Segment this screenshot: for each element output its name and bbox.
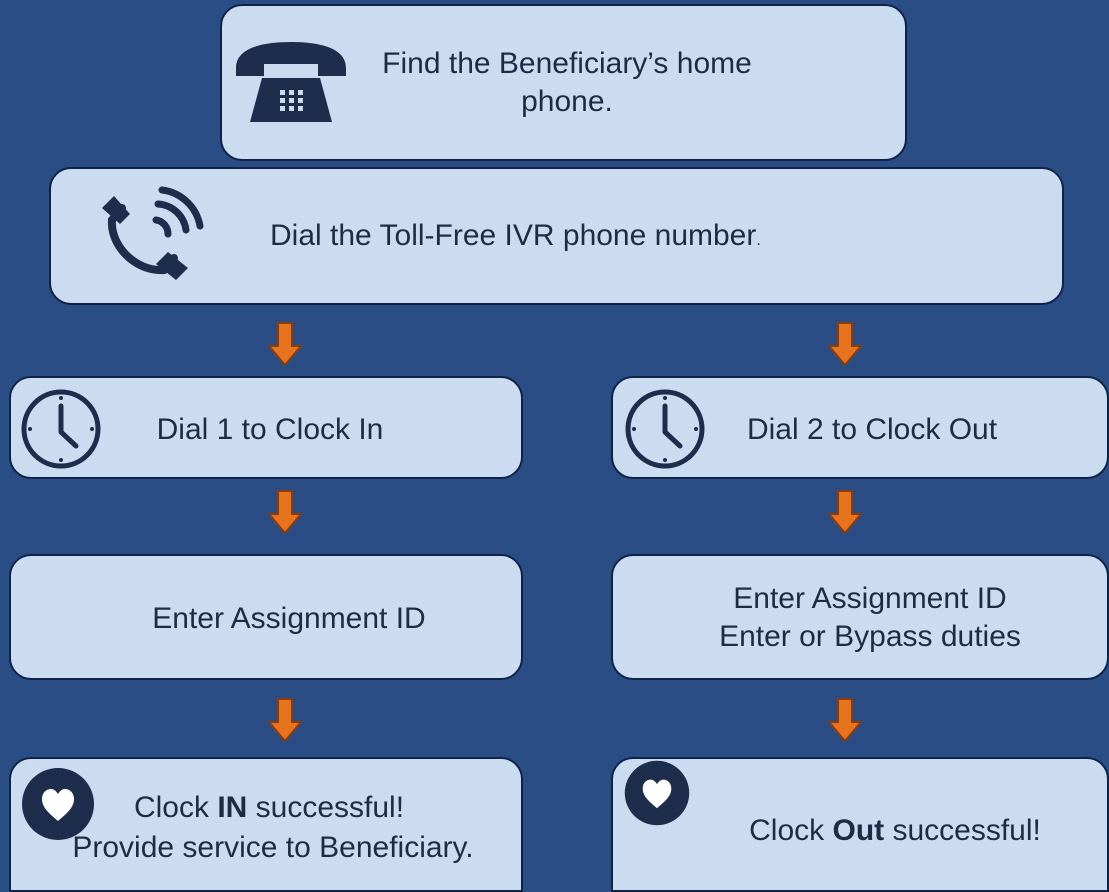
success-in-pre: Clock <box>133 791 218 824</box>
desk-phone-icon <box>236 42 346 122</box>
heart-icon <box>624 760 690 826</box>
step-success-in-line1: Clock IN successful! <box>84 789 454 827</box>
arrow-down-icon <box>268 698 302 742</box>
success-out-post: successful! <box>884 814 1041 847</box>
success-in-post: successful! <box>247 791 405 824</box>
step-success-out-text: Clock Out successful! <box>700 812 1090 850</box>
clock-icon <box>21 389 101 469</box>
phone-ringing-icon <box>102 186 204 280</box>
step-success-in-line2: Provide service to Beneficiary. <box>72 831 474 864</box>
step-dial-ivr-suffix: . <box>756 232 761 249</box>
arrow-down-icon <box>828 322 862 366</box>
arrow-down-icon <box>268 490 302 534</box>
arrow-down-icon <box>828 490 862 534</box>
success-in-bold: IN <box>217 791 248 824</box>
arrow-down-icon <box>268 322 302 366</box>
step-find-phone-line2: phone. <box>521 85 613 118</box>
success-out-bold: Out <box>832 814 885 847</box>
step-find-phone-line1: Find the Beneficiary’s home <box>382 47 752 80</box>
step-clock-in-text: Dial 1 to Clock In <box>156 413 384 446</box>
step-clock-out-text: Dial 2 to Clock Out <box>746 413 998 446</box>
success-out-pre: Clock <box>749 814 833 847</box>
arrow-down-icon <box>828 698 862 742</box>
step-assignment-in-text: Enter Assignment ID <box>152 602 426 635</box>
step-assignment-out-line2: Enter or Bypass duties <box>719 620 1021 653</box>
step-dial-ivr-label: Dial the Toll-Free IVR phone number <box>270 219 757 252</box>
step-dial-ivr-text: Dial the Toll-Free IVR phone number. <box>270 217 870 260</box>
clock-icon <box>625 389 705 469</box>
step-assignment-out-line1: Enter Assignment ID <box>733 582 1007 615</box>
